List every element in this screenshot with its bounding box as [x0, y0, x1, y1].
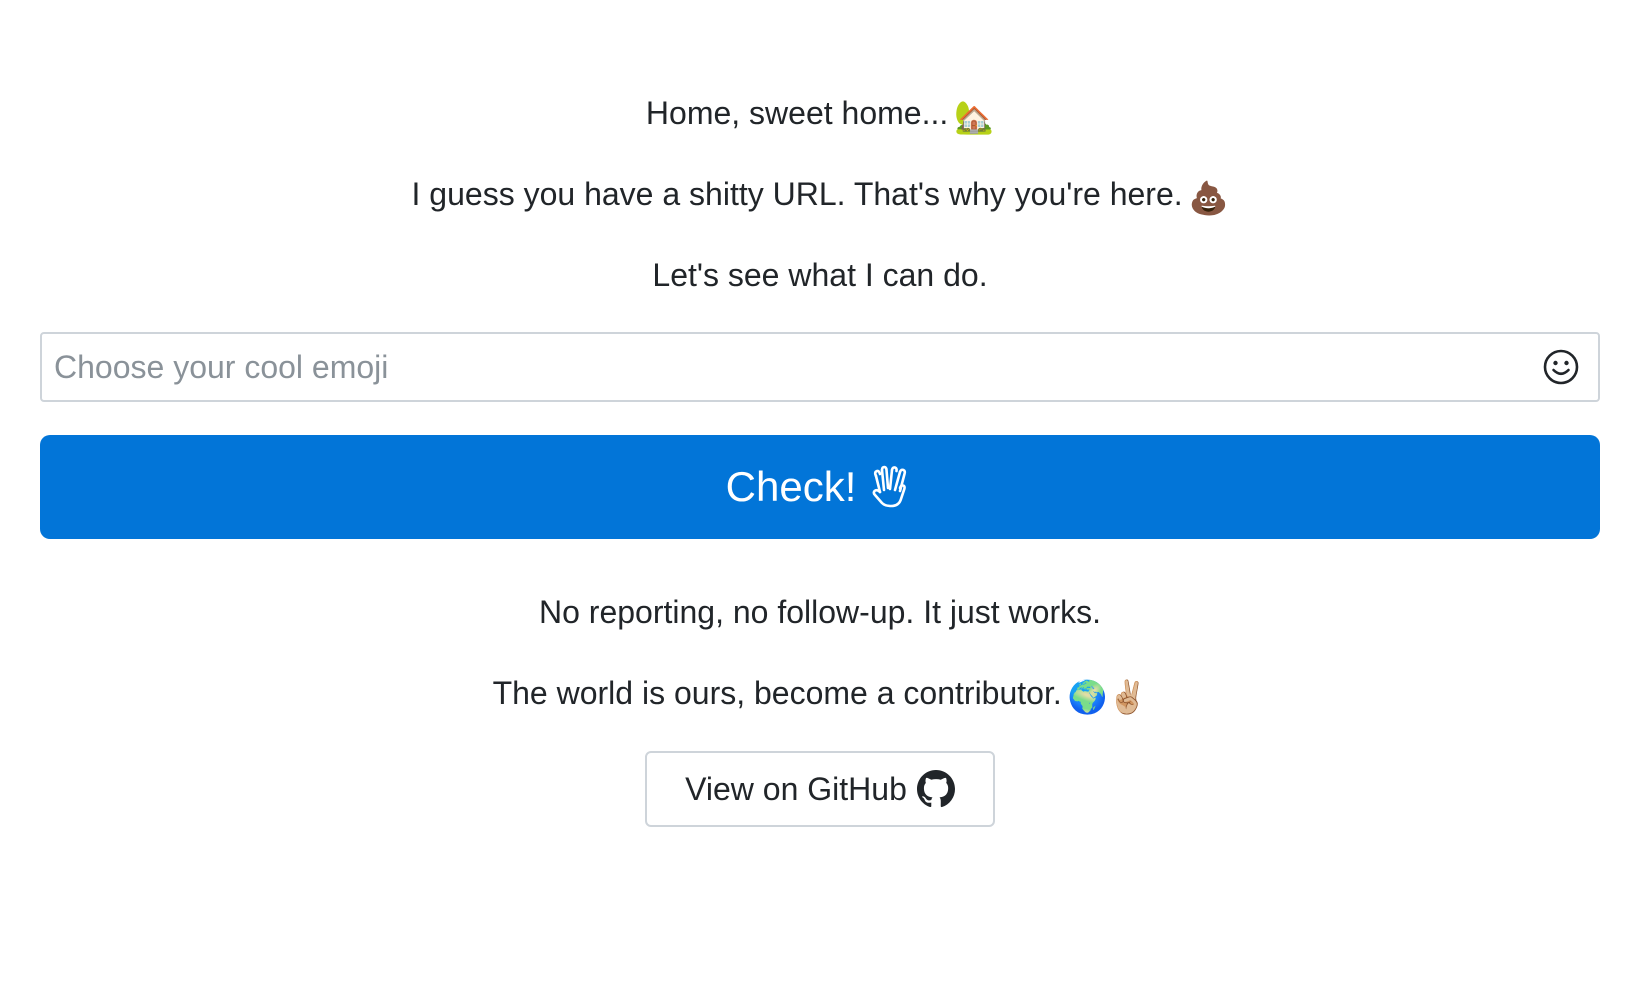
footer-text-reporting: No reporting, no follow-up. It just work…	[538, 594, 1101, 630]
emoji-input-group	[40, 332, 1600, 402]
check-button-label: Check!	[725, 463, 857, 510]
intro-line-home: Home, sweet home... 🏡	[0, 93, 1640, 137]
page: Home, sweet home... 🏡 I guess you have a …	[0, 0, 1640, 984]
emoji-input[interactable]	[42, 334, 1522, 400]
footer-line-world: The world is ours, become a contributor.…	[0, 673, 1640, 717]
check-button[interactable]: Check!	[40, 435, 1600, 539]
github-button-label: View on GitHub	[685, 770, 907, 807]
vulcan-salute-icon	[868, 464, 914, 510]
intro-line-url: I guess you have a shitty URL. That's wh…	[0, 174, 1640, 218]
intro-text-url: I guess you have a shitty URL. That's wh…	[411, 176, 1183, 212]
footer-line-reporting: No reporting, no follow-up. It just work…	[0, 592, 1640, 632]
footer-text-world: The world is ours, become a contributor.	[492, 675, 1062, 711]
smiley-icon[interactable]	[1542, 348, 1580, 386]
github-icon	[916, 770, 955, 808]
github-button[interactable]: View on GitHub	[645, 751, 995, 827]
intro-text-home: Home, sweet home...	[645, 95, 949, 131]
intro-text-see: Let's see what I can do.	[652, 257, 988, 293]
intro-line-see: Let's see what I can do.	[0, 255, 1640, 295]
globe-peace-icon: 🌍✌🏼	[1067, 679, 1148, 715]
house-icon: 🏡	[954, 99, 995, 135]
poop-icon: 💩	[1188, 180, 1229, 216]
